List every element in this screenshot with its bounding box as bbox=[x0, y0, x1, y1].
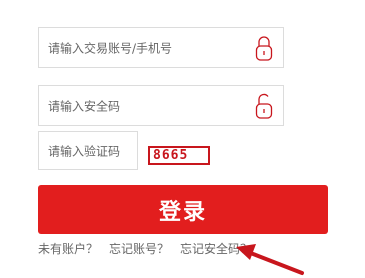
account-input[interactable]: 请输入交易账号/手机号 bbox=[38, 27, 284, 68]
forgot-account-link[interactable]: 忘记账号？ bbox=[109, 242, 169, 256]
security-code-input[interactable]: 请输入安全码 bbox=[38, 85, 284, 126]
lock-open-icon bbox=[255, 93, 273, 119]
pointer-arrow-icon bbox=[236, 244, 304, 275]
account-placeholder: 请输入交易账号/手机号 bbox=[48, 41, 173, 55]
no-account-link[interactable]: 未有账户？ bbox=[38, 242, 98, 256]
captcha-placeholder: 请输入验证码 bbox=[48, 144, 121, 158]
security-code-placeholder: 请输入安全码 bbox=[48, 99, 121, 113]
captcha-image[interactable]: 8665 bbox=[148, 146, 210, 165]
captcha-input[interactable]: 请输入验证码 bbox=[38, 131, 138, 170]
lock-closed-icon bbox=[255, 35, 273, 61]
login-button[interactable]: 登录 bbox=[38, 185, 328, 234]
login-form: 请输入交易账号/手机号 请输入安全码 请输入验证码 8665 登录 未有账户？ 忘… bbox=[0, 0, 365, 278]
